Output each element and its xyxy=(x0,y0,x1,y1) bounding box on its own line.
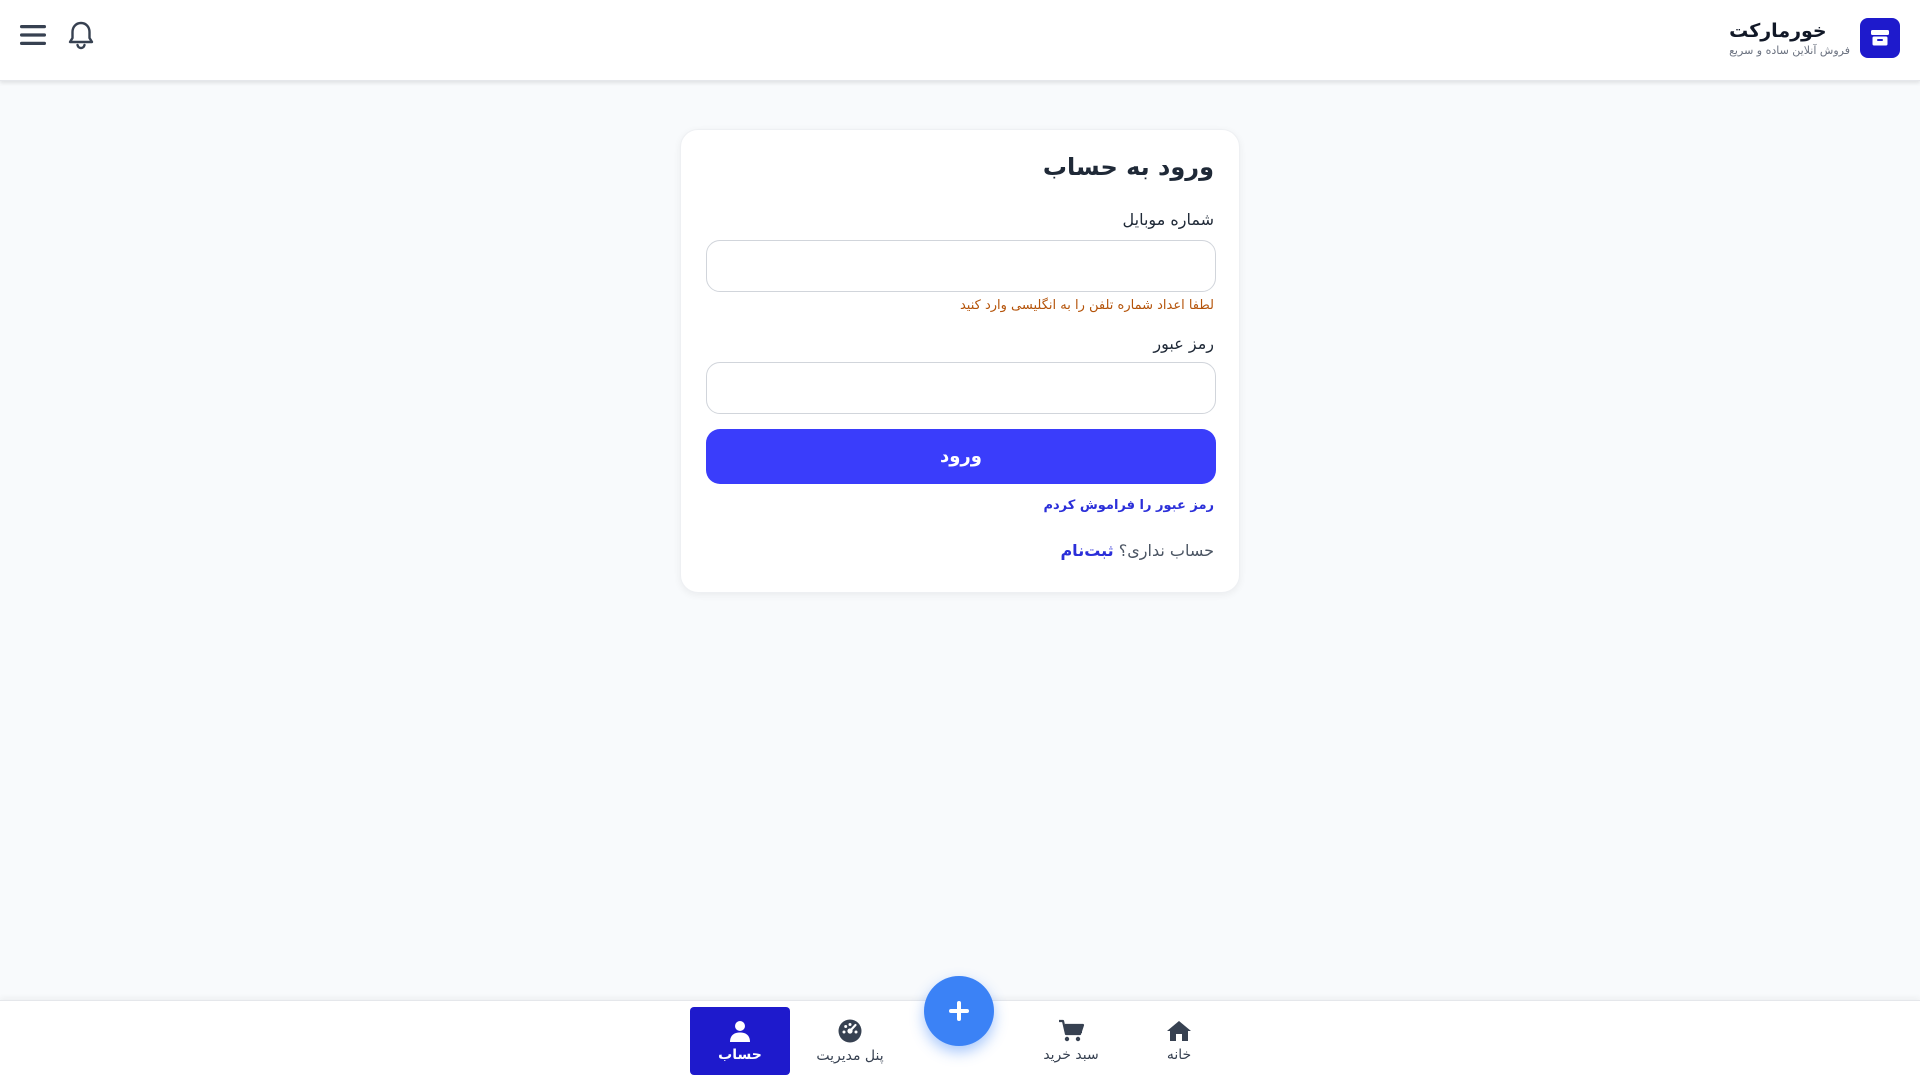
bell-icon[interactable] xyxy=(66,20,96,50)
nav-admin-label: پنل مدیریت xyxy=(816,1048,884,1064)
cart-icon xyxy=(1059,1019,1085,1042)
brand-text: خورمارکت فروش آنلاین ساده و سریع xyxy=(1729,18,1850,58)
nav-item-account[interactable]: حساب xyxy=(690,1007,790,1075)
user-icon xyxy=(730,1021,750,1042)
store-icon xyxy=(1860,18,1900,58)
forgot-password-link[interactable]: رمز عبور را فراموش کردم xyxy=(1043,498,1214,513)
brand[interactable]: خورمارکت فروش آنلاین ساده و سریع xyxy=(1729,18,1900,58)
mobile-input[interactable] xyxy=(706,240,1216,292)
nav-account-label: حساب xyxy=(718,1047,762,1063)
nav-item-home[interactable]: خانه xyxy=(1138,1007,1220,1075)
login-card: ورود به حساب شماره موبایل لطفا اعداد شما… xyxy=(680,129,1240,593)
login-submit-button[interactable]: ورود xyxy=(706,429,1216,484)
nav-home-label: خانه xyxy=(1166,1047,1192,1063)
brand-tagline: فروش آنلاین ساده و سریع xyxy=(1729,44,1850,57)
mobile-hint: لطفا اعداد شماره تلفن را به انگلیسی وارد… xyxy=(959,298,1214,313)
home-icon xyxy=(1167,1021,1191,1041)
mobile-label: شماره موبایل xyxy=(1122,210,1214,229)
header-actions xyxy=(18,20,96,50)
login-title: ورود به حساب xyxy=(1042,153,1214,181)
password-label: رمز عبور xyxy=(1153,334,1214,353)
nav-cart-label: سبد خرید xyxy=(1043,1047,1099,1063)
dashboard-gauge-icon xyxy=(838,1019,862,1043)
nav-item-cart[interactable]: سبد خرید xyxy=(1030,1007,1112,1075)
add-fab-button[interactable] xyxy=(924,976,994,1046)
register-row: حساب نداری؟ ثبت‌نام xyxy=(1060,541,1214,560)
hamburger-menu-icon[interactable] xyxy=(18,20,48,50)
plus-icon xyxy=(949,1001,969,1021)
no-account-text: حساب نداری؟ xyxy=(1118,541,1214,560)
register-link[interactable]: ثبت‌نام xyxy=(1060,541,1113,560)
password-input[interactable] xyxy=(706,362,1216,414)
nav-item-admin-panel[interactable]: پنل مدیریت xyxy=(800,1007,900,1075)
top-header: خورمارکت فروش آنلاین ساده و سریع xyxy=(0,0,1920,81)
brand-name: خورمارکت xyxy=(1729,20,1827,42)
